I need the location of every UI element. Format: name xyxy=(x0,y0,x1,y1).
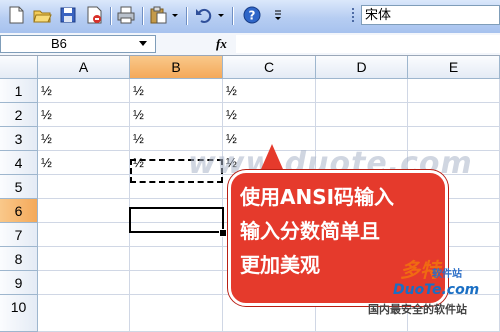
cell-a10[interactable] xyxy=(38,295,130,332)
fx-icon[interactable]: fx xyxy=(216,36,227,52)
column-header-b[interactable]: B xyxy=(130,56,223,79)
name-box[interactable]: B6 xyxy=(0,35,156,53)
row-header-2[interactable]: 2 xyxy=(0,103,38,127)
column-header-a[interactable]: A xyxy=(38,56,130,79)
toolbar-options-icon[interactable] xyxy=(272,5,284,25)
cell-e2[interactable] xyxy=(408,103,500,127)
cell-b1[interactable]: ½ xyxy=(130,79,223,103)
cell-a3[interactable]: ½ xyxy=(38,127,130,151)
row-header-8[interactable]: 8 xyxy=(0,247,38,271)
permission-icon[interactable] xyxy=(84,5,104,25)
row-header-5[interactable]: 5 xyxy=(0,175,38,199)
font-name-select[interactable]: 宋体 xyxy=(361,5,500,25)
formula-input[interactable] xyxy=(236,35,500,53)
chevron-down-icon[interactable] xyxy=(216,5,226,25)
row-header-7[interactable]: 7 xyxy=(0,223,38,247)
help-icon[interactable]: ? xyxy=(242,5,262,25)
cell-b8[interactable] xyxy=(130,247,223,271)
cell-d1[interactable] xyxy=(316,79,408,103)
site-logo-url: DuoTe.com xyxy=(393,282,480,298)
toolbar-separator xyxy=(142,7,143,25)
standard-toolbar: ? 宋体 xyxy=(0,0,500,34)
cell-d2[interactable] xyxy=(316,103,408,127)
row-header-6[interactable]: 6 xyxy=(0,199,38,223)
toolbar-separator xyxy=(232,7,233,25)
row-header-3[interactable]: 3 xyxy=(0,127,38,151)
column-header-d[interactable]: D xyxy=(316,56,408,79)
cell-a6[interactable] xyxy=(38,199,130,223)
callout-line: 使用ANSI码输入 xyxy=(240,185,395,209)
svg-text:?: ? xyxy=(249,9,256,23)
site-logo-tagline: 国内最安全的软件站 xyxy=(368,303,467,316)
cell-a2[interactable]: ½ xyxy=(38,103,130,127)
cell-a7[interactable] xyxy=(38,223,130,247)
column-header-c[interactable]: C xyxy=(223,56,316,79)
cell-a9[interactable] xyxy=(38,271,130,295)
row-header-4[interactable]: 4 xyxy=(0,151,38,175)
cell-a1[interactable]: ½ xyxy=(38,79,130,103)
cell-c1[interactable]: ½ xyxy=(223,79,316,103)
callout-line: 输入分数简单且 xyxy=(240,219,380,243)
cell-a8[interactable] xyxy=(38,247,130,271)
fill-handle[interactable] xyxy=(219,229,227,237)
row-header-10[interactable]: 10 xyxy=(0,295,38,332)
open-icon[interactable] xyxy=(32,5,52,25)
paste-icon[interactable] xyxy=(148,5,168,25)
row-header-9[interactable]: 9 xyxy=(0,271,38,295)
toolbar-grip-icon[interactable] xyxy=(349,5,357,25)
formula-bar: B6 fx xyxy=(0,33,500,56)
cell-b2[interactable]: ½ xyxy=(130,103,223,127)
cell-e1[interactable] xyxy=(408,79,500,103)
undo-icon[interactable] xyxy=(194,5,214,25)
name-box-value: B6 xyxy=(51,36,67,51)
cell-a5[interactable] xyxy=(38,175,130,199)
save-icon[interactable] xyxy=(58,5,78,25)
toolbar-separator xyxy=(110,7,111,25)
site-logo-subtitle: 软件站 xyxy=(432,269,462,280)
row-header-1[interactable]: 1 xyxy=(0,79,38,103)
cell-c2[interactable]: ½ xyxy=(223,103,316,127)
new-icon[interactable] xyxy=(6,5,26,25)
cell-a4[interactable]: ½ xyxy=(38,151,130,175)
print-icon[interactable] xyxy=(116,5,136,25)
active-cell-b6[interactable] xyxy=(129,207,224,233)
select-all-corner[interactable] xyxy=(0,56,38,79)
chevron-down-icon[interactable] xyxy=(139,41,147,46)
chevron-down-icon[interactable] xyxy=(170,5,180,25)
toolbar-separator xyxy=(186,7,187,25)
cell-b10[interactable] xyxy=(130,295,223,332)
column-header-e[interactable]: E xyxy=(408,56,500,79)
cell-b9[interactable] xyxy=(130,271,223,295)
